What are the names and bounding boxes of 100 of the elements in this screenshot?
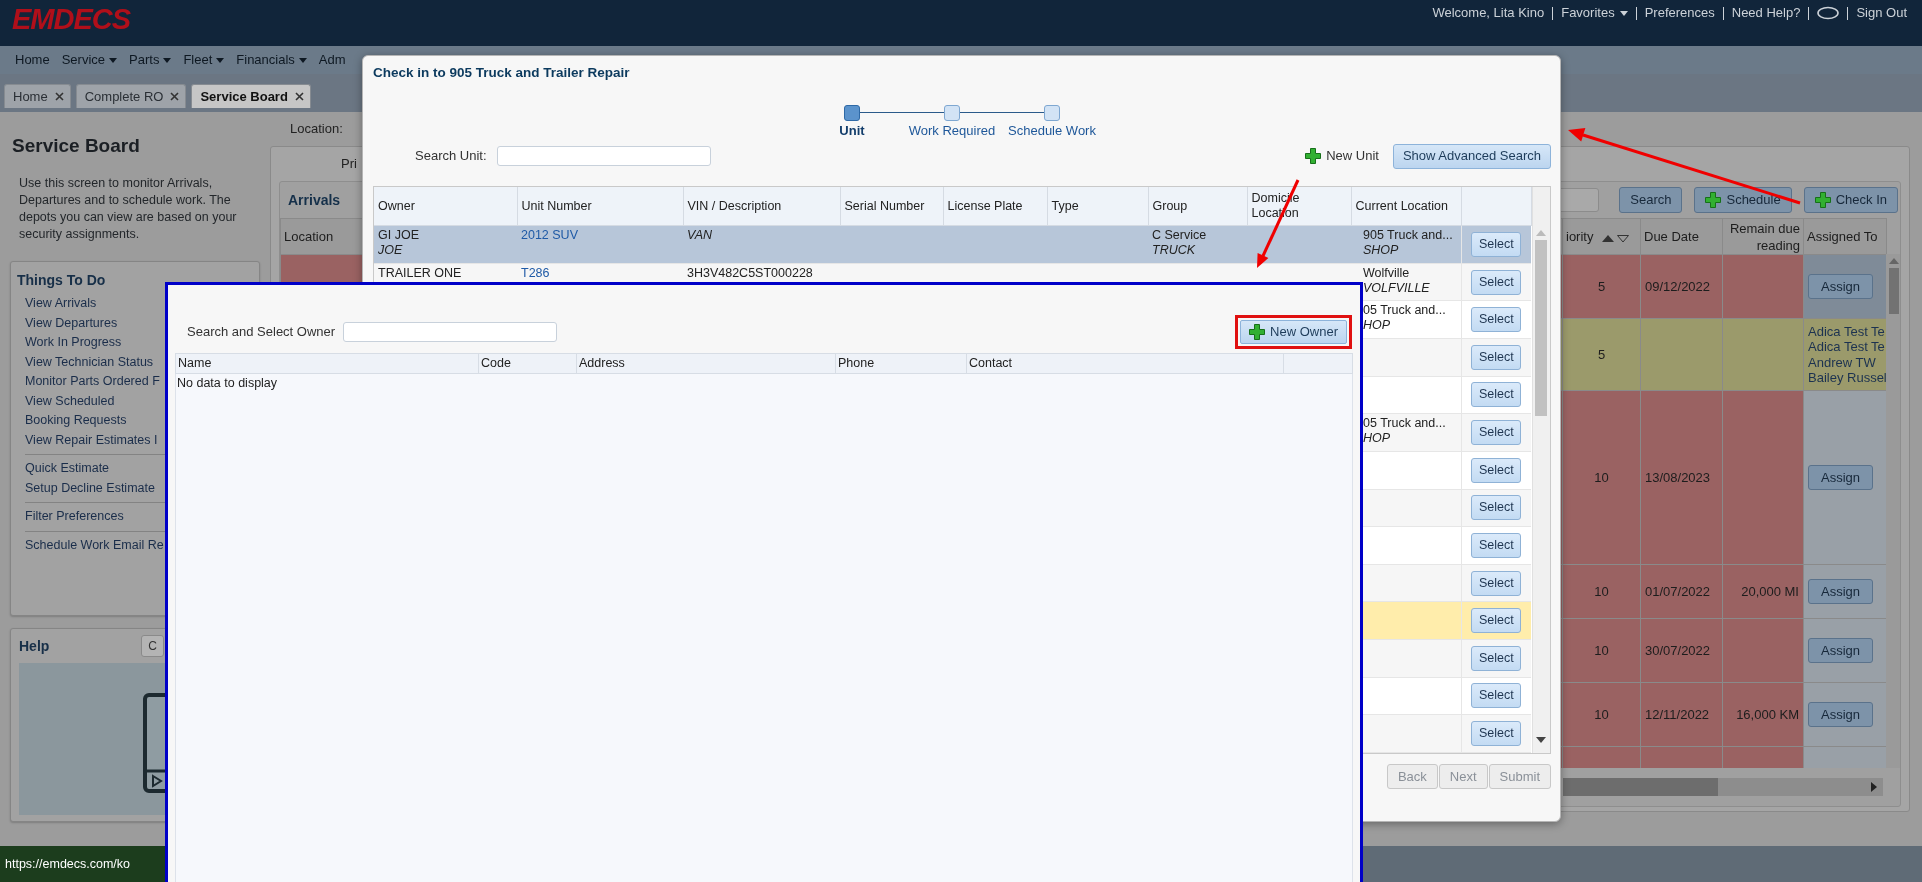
- advanced-search-button[interactable]: Show Advanced Search: [1392, 143, 1551, 169]
- oval-icon[interactable]: [1817, 6, 1840, 20]
- step-marker[interactable]: [944, 105, 960, 121]
- scrollbar-thumb[interactable]: [1889, 268, 1899, 314]
- scrollbar[interactable]: [1531, 187, 1550, 753]
- close-icon[interactable]: [170, 92, 180, 101]
- assign-button[interactable]: Assign: [1808, 638, 1874, 663]
- tab[interactable]: Home: [4, 84, 71, 108]
- sidebar-link[interactable]: Monitor Parts Ordered F: [23, 372, 160, 392]
- scrollbar-thumb[interactable]: [1535, 240, 1548, 416]
- assignee-link[interactable]: Adica Test Te: [1808, 339, 1882, 355]
- column-header: Current Location: [1351, 187, 1461, 226]
- table-cell: 01/07/2022: [1640, 564, 1723, 619]
- column-header: Unit Number: [517, 187, 683, 226]
- menu-item[interactable]: Home: [9, 50, 56, 70]
- toolbar-button[interactable]: Search: [1619, 187, 1683, 213]
- plus-icon: [1705, 192, 1722, 208]
- step-marker[interactable]: [1044, 105, 1060, 121]
- sidebar-link[interactable]: Setup Decline Estimate: [23, 478, 155, 498]
- assign-button[interactable]: Assign: [1808, 579, 1874, 604]
- sidebar-link[interactable]: Quick Estimate: [23, 459, 110, 479]
- menu-item[interactable]: Adm: [312, 50, 352, 70]
- sidebar-link[interactable]: View Repair Estimates I: [23, 430, 158, 450]
- step-label[interactable]: Schedule Work: [1008, 123, 1096, 139]
- select-button[interactable]: Select: [1471, 608, 1522, 634]
- menu-item[interactable]: Fleet: [177, 50, 231, 70]
- table-cell: 16,000 KM: [1722, 682, 1804, 747]
- table-row[interactable]: GI JOE JOE 2012 SUV VAN C Service TRUCK 905 Truck and... SHOP Select: [374, 225, 1531, 264]
- search-field[interactable]: [343, 322, 558, 342]
- sidebar-link[interactable]: View Technician Status: [23, 352, 154, 372]
- select-button[interactable]: Select: [1471, 420, 1522, 446]
- step-marker[interactable]: [844, 105, 860, 121]
- vin-text: 3H3V482C5ST000228: [687, 265, 814, 281]
- assign-button[interactable]: Assign: [1808, 274, 1874, 299]
- panel-button[interactable]: C: [141, 635, 164, 657]
- section-title: Arrivals: [288, 190, 341, 210]
- down-arrow-icon[interactable]: [1536, 737, 1547, 743]
- select-button[interactable]: Select: [1471, 683, 1522, 709]
- panel-label: Pri: [341, 156, 357, 171]
- select-button[interactable]: Select: [1471, 382, 1522, 408]
- caret-icon: [1619, 10, 1628, 16]
- menu-item[interactable]: Service: [55, 50, 124, 70]
- close-icon[interactable]: [54, 92, 64, 101]
- select-button[interactable]: Select: [1471, 532, 1522, 558]
- select-button[interactable]: Select: [1471, 570, 1522, 596]
- sidebar-link[interactable]: View Arrivals: [23, 294, 97, 314]
- assignee-link[interactable]: Andrew TW: [1808, 354, 1882, 370]
- location-name: 05 Truck and...: [1363, 416, 1447, 432]
- select-button[interactable]: Select: [1471, 307, 1522, 333]
- right-arrow-icon[interactable]: [1871, 782, 1877, 792]
- tab[interactable]: Complete RO: [75, 84, 187, 108]
- select-button[interactable]: Select: [1471, 457, 1522, 483]
- scrollbar[interactable]: [1563, 778, 1883, 796]
- sidebar-link[interactable]: View Departures: [23, 313, 118, 333]
- new-owner-button[interactable]: New Owner: [1240, 320, 1347, 344]
- header-link[interactable]: Sign Out: [1848, 3, 1915, 23]
- column-header: Code: [478, 353, 577, 374]
- field-label: Search Unit:: [414, 147, 487, 166]
- sidebar-link[interactable]: Schedule Work Email Re: [23, 535, 164, 555]
- panel-title: Things To Do: [17, 271, 107, 290]
- new-unit-link[interactable]: New Unit: [1305, 146, 1379, 166]
- table-cell: 10: [1562, 618, 1641, 683]
- toolbar-button[interactable]: Schedule: [1694, 187, 1792, 213]
- assignee-link[interactable]: Adica Test Te: [1808, 323, 1882, 339]
- header-link[interactable]: Preferences: [1636, 3, 1723, 23]
- tab[interactable]: Service Board: [191, 84, 311, 108]
- header-link[interactable]: Need Help?: [1723, 3, 1809, 23]
- location-code: VOLFVILLE: [1363, 280, 1431, 296]
- field-label: Location:: [290, 121, 343, 136]
- group-type: TRUCK: [1152, 243, 1197, 259]
- sidebar-link[interactable]: View Scheduled: [23, 391, 115, 411]
- sort-icon[interactable]: [1601, 232, 1632, 243]
- select-button[interactable]: Select: [1471, 721, 1522, 747]
- select-button[interactable]: Select: [1471, 645, 1522, 671]
- search-field[interactable]: [496, 146, 711, 166]
- select-button[interactable]: Select: [1471, 495, 1522, 521]
- table-cell: 10: [1562, 564, 1641, 619]
- menu-item[interactable]: Financials: [230, 50, 313, 70]
- up-arrow-icon[interactable]: [1536, 230, 1547, 236]
- step-label[interactable]: Work Required: [908, 123, 996, 139]
- step-label[interactable]: Unit: [839, 123, 865, 139]
- select-button[interactable]: Select: [1471, 269, 1522, 295]
- panel-title: Help: [19, 637, 50, 656]
- menu-item[interactable]: Parts: [123, 50, 178, 70]
- location-name: 905 Truck and...: [1363, 228, 1454, 244]
- description-text: Use this screen to monitor Arrivals, Departures and to schedule work. The depots you can view are based on your security assignments.: [19, 175, 238, 243]
- table-cell: 10: [1562, 682, 1641, 747]
- favorites-menu[interactable]: Favorites: [1553, 3, 1636, 23]
- select-button[interactable]: Select: [1471, 344, 1522, 370]
- sidebar-link[interactable]: Work In Progress: [23, 333, 122, 353]
- assign-button[interactable]: Assign: [1808, 702, 1874, 727]
- up-arrow-icon[interactable]: [1889, 258, 1899, 264]
- scrollbar[interactable]: [1886, 254, 1900, 768]
- close-icon[interactable]: [294, 92, 304, 101]
- assign-button[interactable]: Assign: [1808, 465, 1874, 490]
- select-button[interactable]: Select: [1471, 231, 1522, 257]
- toolbar-button[interactable]: Check In: [1803, 187, 1898, 213]
- sidebar-link[interactable]: Filter Preferences: [23, 507, 124, 527]
- sidebar-link[interactable]: Booking Requests: [23, 411, 127, 431]
- scrollbar-thumb[interactable]: [1563, 778, 1718, 796]
